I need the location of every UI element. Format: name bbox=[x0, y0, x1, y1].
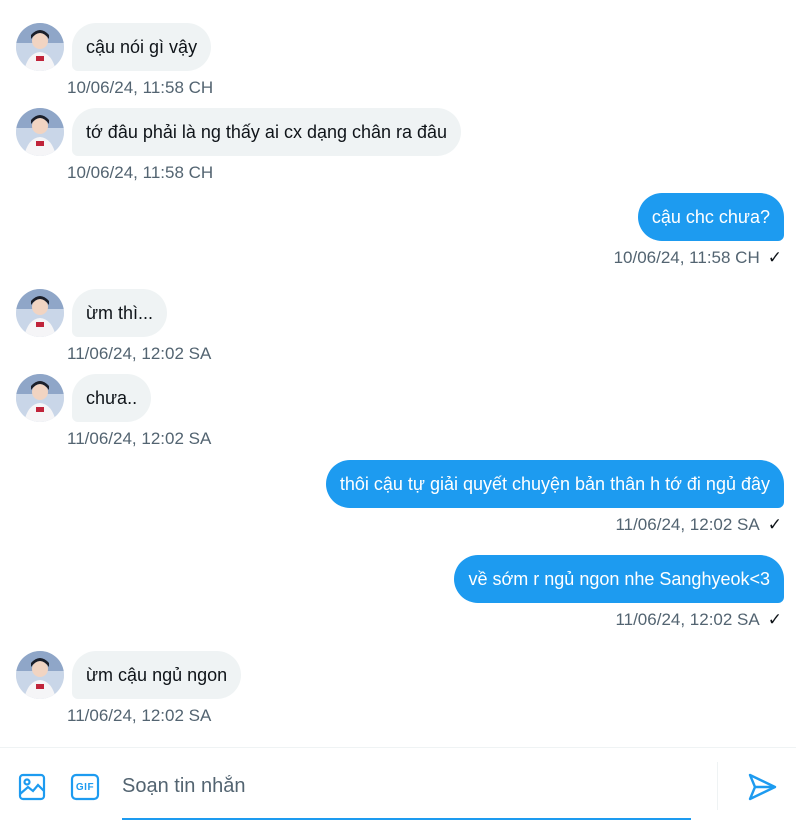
check-icon: ✓ bbox=[767, 515, 782, 534]
message-timestamp: 10/06/24, 11:58 CH bbox=[67, 163, 214, 182]
gif-label: GIF bbox=[75, 781, 95, 793]
message-bubble[interactable]: thôi cậu tự giải quyết chuyện bản thân h… bbox=[325, 460, 784, 508]
message-timestamp: 11/06/24, 12:02 SA bbox=[67, 344, 212, 363]
image-icon[interactable] bbox=[15, 770, 49, 804]
message-timestamp-row: 10/06/24, 11:58 CH ✓ bbox=[614, 248, 782, 268]
message-timestamp-row: 11/06/24, 12:02 SA ✓ bbox=[615, 515, 782, 535]
message-bubble[interactable]: ừm thì... bbox=[72, 289, 168, 337]
message-bubble[interactable]: tớ đâu phải là ng thấy ai cx dạng chân r… bbox=[72, 108, 462, 156]
message-timestamp: 11/06/24, 12:02 SA bbox=[615, 515, 760, 534]
message-bubble[interactable]: cậu chc chưa? bbox=[637, 193, 784, 241]
avatar[interactable] bbox=[16, 374, 64, 422]
message-timestamp: 11/06/24, 12:02 SA bbox=[67, 706, 212, 725]
avatar[interactable] bbox=[16, 651, 64, 699]
message-timestamp: 10/06/24, 11:58 CH bbox=[613, 248, 760, 267]
message-composer: GIF bbox=[0, 747, 796, 822]
avatar[interactable] bbox=[16, 289, 64, 337]
send-icon bbox=[748, 773, 777, 801]
message-bubble[interactable]: chưa.. bbox=[72, 374, 152, 422]
check-icon: ✓ bbox=[767, 248, 782, 267]
gif-button[interactable]: GIF bbox=[68, 770, 102, 804]
message-timestamp-row: 11/06/24, 12:02 SA ✓ bbox=[615, 610, 782, 630]
message-bubble[interactable]: ừm cậu ngủ ngon bbox=[72, 651, 242, 699]
message-bubble[interactable]: cậu nói gì vậy bbox=[72, 23, 212, 71]
message-bubble[interactable]: về sớm r ngủ ngon nhe Sanghyeok<3 bbox=[454, 555, 784, 603]
divider bbox=[717, 762, 718, 810]
avatar[interactable] bbox=[16, 108, 64, 156]
check-icon: ✓ bbox=[767, 610, 782, 629]
message-input-wrapper bbox=[122, 762, 691, 820]
avatar[interactable] bbox=[16, 23, 64, 71]
conversation-thread: cậu nói gì vậy 10/06/24, 11:58 CH tớ đâu… bbox=[0, 0, 796, 748]
message-timestamp: 11/06/24, 12:02 SA bbox=[615, 610, 760, 629]
message-timestamp: 11/06/24, 12:02 SA bbox=[67, 429, 212, 448]
message-timestamp: 10/06/24, 11:58 CH bbox=[67, 78, 214, 97]
send-button[interactable] bbox=[745, 770, 779, 804]
message-input[interactable] bbox=[122, 762, 691, 810]
